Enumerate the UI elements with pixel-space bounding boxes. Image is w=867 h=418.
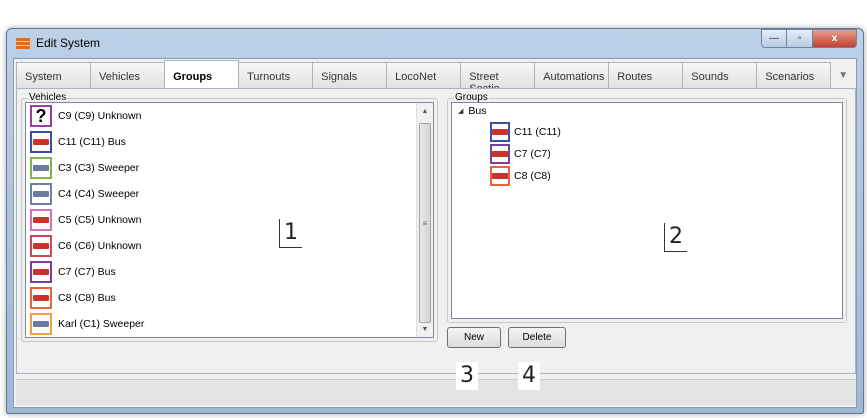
groups-groupbox: Groups ◢ Bus C11 (C11) C7 (C7) C8 (C8) <box>447 92 847 323</box>
tree-child-node[interactable]: C11 (C11) <box>490 121 561 143</box>
client-area: System Vehicles Groups Turnouts Signals LocoN… <box>13 58 857 408</box>
truck-icon <box>30 235 52 257</box>
groups-tab-page: Vehicles ? C9 (C9) Unknown C11 (C11) Bus C3… <box>16 88 856 374</box>
list-item[interactable]: C3 (C3) Sweeper <box>26 155 418 181</box>
tree-child-node[interactable]: C8 (C8) <box>490 165 551 187</box>
list-item[interactable]: C7 (C7) Bus <box>26 259 418 285</box>
window-title: Edit System <box>36 36 101 50</box>
bus-icon <box>30 261 52 283</box>
callout-2: 2 <box>664 223 687 252</box>
list-item[interactable]: C8 (C8) Bus <box>26 285 418 311</box>
maximize-button[interactable]: ▫ <box>787 29 813 48</box>
tab-turnouts[interactable]: Turnouts <box>238 62 314 88</box>
bus-icon <box>490 144 510 164</box>
groups-tree[interactable]: ◢ Bus C11 (C11) C7 (C7) C8 (C8) <box>451 102 843 319</box>
vehicle-label: Karl (C1) Sweeper <box>58 318 145 330</box>
tab-groups[interactable]: Groups <box>164 60 240 88</box>
list-item[interactable]: C11 (C11) Bus <box>26 129 418 155</box>
tab-vehicles[interactable]: Vehicles <box>90 62 166 88</box>
window-controls: — ▫ x <box>761 29 857 48</box>
callout-4: 4 <box>518 362 540 390</box>
tab-scenarios[interactable]: Scenarios <box>756 62 832 88</box>
tab-street-sectio[interactable]: Street Sectio... <box>460 62 536 95</box>
tab-sounds[interactable]: Sounds <box>682 62 758 88</box>
minimize-button[interactable]: — <box>761 29 787 48</box>
tab-routes[interactable]: Routes <box>608 62 684 88</box>
vehicle-label: C3 (C3) Sweeper <box>58 162 140 174</box>
callout-3: 3 <box>456 362 478 390</box>
vehicle-label: C11 (C11) Bus <box>58 136 126 148</box>
vehicles-groupbox: Vehicles ? C9 (C9) Unknown C11 (C11) Bus C3… <box>21 92 438 342</box>
vehicle-label: C9 (C9) Unknown <box>58 110 142 122</box>
callout-1: 1 <box>279 219 302 248</box>
bus-icon <box>30 287 52 309</box>
list-item[interactable]: C5 (C5) Unknown <box>26 207 418 233</box>
list-item[interactable]: C4 (C4) Sweeper <box>26 181 418 207</box>
bus-icon <box>490 166 510 186</box>
scroll-down-icon[interactable]: ▼ <box>417 321 433 337</box>
list-item[interactable] <box>26 337 418 338</box>
vehicles-scrollbar[interactable]: ▲ ≡ ▼ <box>416 103 433 337</box>
tree-child-label: C7 (C7) <box>514 148 551 160</box>
status-bar <box>16 379 856 405</box>
close-button[interactable]: x <box>813 29 857 48</box>
edit-system-window: Edit System — ▫ x System Vehicles Groups Tu… <box>6 28 864 414</box>
expand-triangle-icon[interactable]: ◢ <box>458 107 463 115</box>
scroll-thumb[interactable]: ≡ <box>419 123 431 323</box>
tree-child-label: C11 (C11) <box>514 126 561 138</box>
vehicle-label: C8 (C8) Bus <box>58 292 116 304</box>
list-item[interactable]: Karl (C1) Sweeper <box>26 311 418 337</box>
app-icon <box>16 38 30 50</box>
tab-signals[interactable]: Signals <box>312 62 388 88</box>
vehicle-label: C5 (C5) Unknown <box>58 214 142 226</box>
sweeper-icon <box>30 313 52 335</box>
tab-system[interactable]: System <box>16 62 92 88</box>
vehicles-list[interactable]: ? C9 (C9) Unknown C11 (C11) Bus C3 (C3) Swe… <box>25 102 434 338</box>
vehicle-label: C6 (C6) Unknown <box>58 240 142 252</box>
tree-child-node[interactable]: C7 (C7) <box>490 143 551 165</box>
bus-icon <box>30 131 52 153</box>
list-item[interactable]: C6 (C6) Unknown <box>26 233 418 259</box>
list-item[interactable]: ? C9 (C9) Unknown <box>26 103 418 129</box>
vehicle-label: C4 (C4) Sweeper <box>58 188 140 200</box>
scroll-up-icon[interactable]: ▲ <box>417 103 433 119</box>
tree-node-bus[interactable]: ◢ Bus <box>458 105 486 117</box>
delete-button[interactable]: Delete <box>508 327 566 348</box>
tab-strip: System Vehicles Groups Turnouts Signals LocoN… <box>16 60 856 95</box>
sweeper-icon <box>30 157 52 179</box>
tab-automations[interactable]: Automations <box>534 62 610 88</box>
tab-overflow-dropdown-icon[interactable]: ▼ <box>830 62 856 88</box>
new-button[interactable]: New <box>447 327 501 348</box>
truck-icon <box>30 209 52 231</box>
bus-icon <box>490 122 510 142</box>
title-bar[interactable]: Edit System — ▫ x <box>7 29 863 57</box>
sweeper-icon <box>30 183 52 205</box>
vehicle-label: C7 (C7) Bus <box>58 266 116 278</box>
tab-loconet[interactable]: LocoNet <box>386 62 462 88</box>
tree-node-label: Bus <box>468 105 487 117</box>
tree-child-label: C8 (C8) <box>514 170 551 182</box>
question-icon: ? <box>30 105 52 127</box>
